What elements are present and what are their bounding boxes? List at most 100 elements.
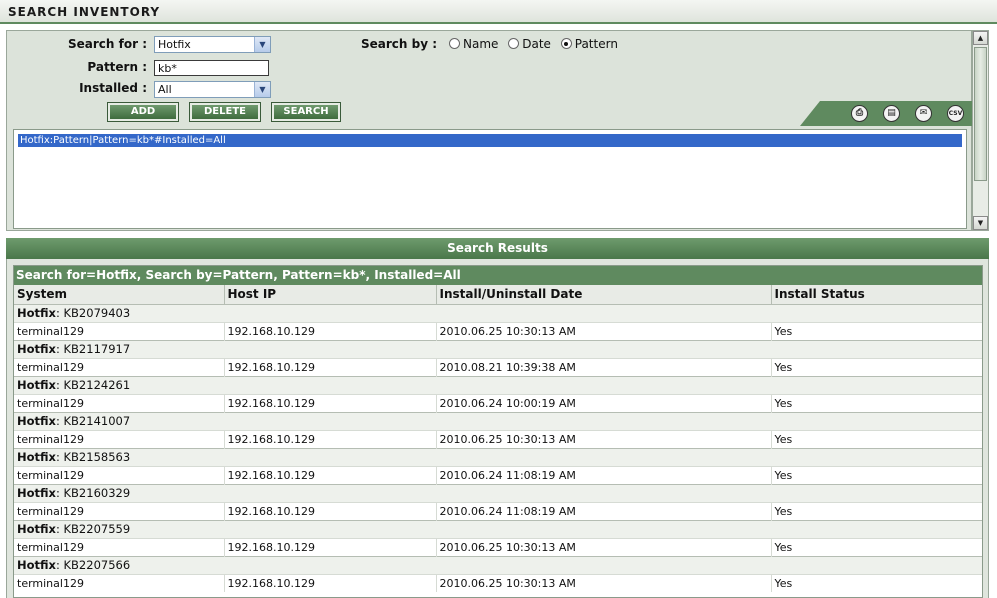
group-kb-id: KB2158563 [63,450,131,464]
group-separator: : [55,558,64,572]
cell-host-ip: 192.168.10.129 [224,501,437,520]
table-row[interactable]: terminal129 192.168.10.129 2010.08.21 10:3… [14,357,982,376]
csv-icon[interactable]: CSV [947,105,964,122]
group-kb-id: KB2207559 [63,522,131,536]
group-prefix: Hotfix [17,450,56,464]
criteria-list[interactable]: Hotfix:Pattern|Pattern=kb*#Installed=All [13,129,967,229]
cell-status: Yes [771,465,982,484]
column-header-status[interactable]: Install Status [771,285,982,305]
delete-button[interactable]: DELETE [189,102,261,122]
table-group-row: Hotfix: KB2079403 [14,303,982,322]
results-table: System Host IP Install/Uninstall Date In… [14,285,982,592]
cell-status: Yes [771,501,982,520]
radio-name-label[interactable]: Name [463,37,498,51]
installed-value: All [158,83,172,96]
installed-label: Installed : [79,81,147,95]
group-cell: Hotfix: KB2079403 [14,303,982,322]
table-row[interactable]: terminal129 192.168.10.129 2010.06.25 10:3… [14,429,982,448]
chevron-down-icon[interactable]: ▼ [254,37,270,52]
scroll-up-icon[interactable]: ▲ [973,31,988,45]
group-prefix: Hotfix [17,486,56,500]
pdf-icon[interactable]: ▤ [883,105,900,122]
installed-select[interactable]: All ▼ [154,81,271,98]
title-bar: SEARCH INVENTORY [0,0,997,24]
search-by-radio-group: Name Date Pattern [443,37,618,51]
search-button[interactable]: SEARCH [271,102,341,122]
cell-host-ip: 192.168.10.129 [224,393,437,412]
group-separator: : [55,342,64,356]
group-cell: Hotfix: KB2207566 [14,555,982,574]
group-kb-id: KB2207566 [63,558,131,572]
search-for-value: Hotfix [158,38,191,51]
group-separator: : [55,486,64,500]
radio-date-label[interactable]: Date [522,37,551,51]
column-header-host-ip[interactable]: Host IP [224,285,437,305]
results-header: Search Results [6,238,989,259]
table-group-row: Hotfix: KB2207559 [14,519,982,538]
cell-system: terminal129 [14,573,225,592]
cell-system: terminal129 [14,357,225,376]
table-row[interactable]: terminal129 192.168.10.129 2010.06.25 10:3… [14,573,982,592]
group-cell: Hotfix: KB2207559 [14,519,982,538]
cell-host-ip: 192.168.10.129 [224,537,437,556]
cell-date: 2010.08.21 10:39:38 AM [436,357,772,376]
add-button[interactable]: ADD [107,102,179,122]
group-cell: Hotfix: KB2141007 [14,411,982,430]
cell-host-ip: 192.168.10.129 [224,573,437,592]
print-icon[interactable]: ⎙ [851,105,868,122]
cell-date: 2010.06.24 11:08:19 AM [436,501,772,520]
group-kb-id: KB2141007 [63,414,131,428]
search-panel: Search for : Hotfix ▼ Pattern : kb* Inst… [6,30,976,231]
scroll-down-icon[interactable]: ▼ [973,216,988,230]
cell-system: terminal129 [14,537,225,556]
group-cell: Hotfix: KB2158563 [14,447,982,466]
group-kb-id: KB2124261 [63,378,131,392]
group-kb-id: KB2079403 [63,306,131,320]
radio-name[interactable] [449,38,460,49]
table-row[interactable]: terminal129 192.168.10.129 2010.06.24 10:0… [14,393,982,412]
search-for-select[interactable]: Hotfix ▼ [154,36,271,53]
panel-scrollbar[interactable]: ▲ ▼ [972,30,989,231]
table-row[interactable]: terminal129 192.168.10.129 2010.06.25 10:3… [14,537,982,556]
scroll-thumb[interactable] [974,47,987,181]
criteria-list-item[interactable]: Hotfix:Pattern|Pattern=kb*#Installed=All [18,134,962,147]
group-cell: Hotfix: KB2160329 [14,483,982,502]
table-group-row: Hotfix: KB2124261 [14,375,982,394]
group-separator: : [55,414,64,428]
group-prefix: Hotfix [17,414,56,428]
radio-date[interactable] [508,38,520,49]
cell-status: Yes [771,429,982,448]
column-header-system[interactable]: System [14,285,225,305]
cell-system: terminal129 [14,465,225,484]
table-row[interactable]: terminal129 192.168.10.129 2010.06.24 11:0… [14,501,982,520]
chevron-down-icon[interactable]: ▼ [254,82,270,97]
group-kb-id: KB2160329 [63,486,131,500]
group-prefix: Hotfix [17,558,56,572]
cell-system: terminal129 [14,429,225,448]
column-header-date[interactable]: Install/Uninstall Date [436,285,772,305]
group-prefix: Hotfix [17,378,56,392]
cell-host-ip: 192.168.10.129 [224,321,437,340]
pattern-input[interactable]: kb* [154,60,269,76]
table-group-row: Hotfix: KB2160329 [14,483,982,502]
table-group-row: Hotfix: KB2207566 [14,555,982,574]
table-group-row: Hotfix: KB2158563 [14,447,982,466]
cell-status: Yes [771,573,982,592]
group-prefix: Hotfix [17,342,56,356]
radio-pattern[interactable] [560,38,572,49]
group-cell: Hotfix: KB2124261 [14,375,982,394]
group-separator: : [55,306,64,320]
email-icon[interactable]: ✉ [915,105,932,122]
table-row[interactable]: terminal129 192.168.10.129 2010.06.24 11:0… [14,465,982,484]
radio-pattern-label[interactable]: Pattern [575,37,618,51]
cell-date: 2010.06.25 10:30:13 AM [436,429,772,448]
cell-system: terminal129 [14,393,225,412]
search-by-label: Search by : [360,37,437,51]
group-prefix: Hotfix [17,522,56,536]
cell-date: 2010.06.25 10:30:13 AM [436,573,772,592]
cell-date: 2010.06.25 10:30:13 AM [436,321,772,340]
group-cell: Hotfix: KB2117917 [14,339,982,358]
cell-host-ip: 192.168.10.129 [224,429,437,448]
results-table-container: Search for=Hotfix, Search by=Pattern, Pa… [13,265,983,598]
table-row[interactable]: terminal129 192.168.10.129 2010.06.25 10:3… [14,321,982,340]
